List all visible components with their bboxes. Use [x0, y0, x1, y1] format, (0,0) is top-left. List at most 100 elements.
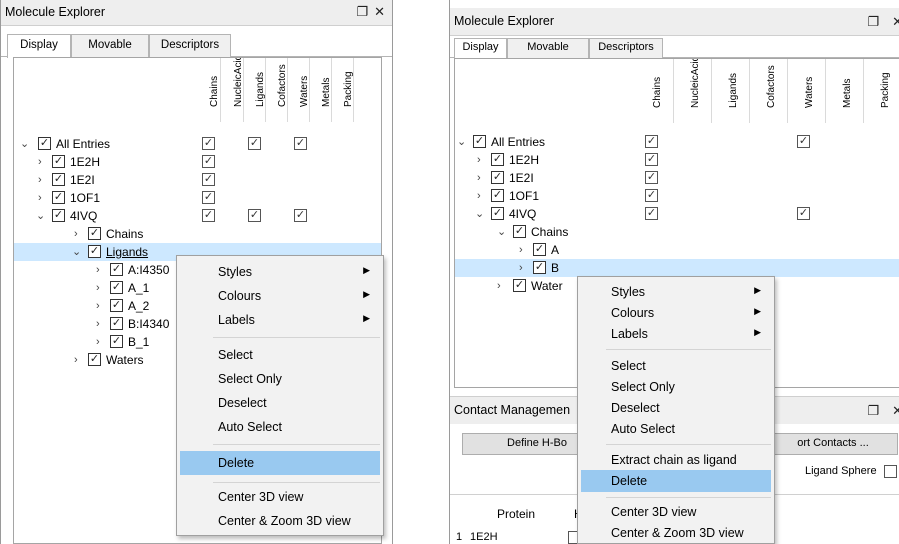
col-nucleicacids[interactable]: NucleicAcids: [224, 58, 244, 122]
tree-row-chains[interactable]: › ✓ Chains: [14, 225, 381, 243]
chevron-right-icon[interactable]: ›: [96, 297, 100, 315]
menu-item-labels[interactable]: Labels ▶: [581, 323, 771, 345]
col-cofactors[interactable]: Cofactors: [753, 59, 779, 123]
checkbox-checked[interactable]: ✓: [513, 279, 526, 292]
tree-row-chain-a[interactable]: › ✓ A: [455, 241, 899, 259]
grid-checkbox-chains[interactable]: ✓: [202, 137, 215, 150]
col-chains[interactable]: Chains: [639, 59, 665, 123]
chevron-right-icon[interactable]: ›: [74, 351, 78, 369]
menu-item-deselect[interactable]: Deselect: [180, 392, 380, 414]
tree-row-4ivq[interactable]: ⌄ ✓ 4IVQ: [455, 205, 899, 223]
col-ligands[interactable]: Ligands: [246, 58, 266, 122]
menu-item-extract-chain-as-ligand[interactable]: Extract chain as ligand: [581, 449, 771, 471]
float-icon[interactable]: ❐: [867, 403, 879, 419]
menu-item-styles[interactable]: Styles ▶: [180, 261, 380, 283]
grid-checkbox-waters[interactable]: ✓: [294, 209, 307, 222]
chevron-right-icon[interactable]: ›: [519, 241, 523, 259]
menu-item-center-zoom-3d-view[interactable]: Center & Zoom 3D view: [581, 522, 771, 544]
checkbox-checked[interactable]: ✓: [52, 173, 65, 186]
tree-row-1e2h[interactable]: › ✓ 1E2H: [14, 153, 381, 171]
grid-checkbox-chains[interactable]: ✓: [202, 209, 215, 222]
table-cell-protein[interactable]: 1E2H: [470, 531, 498, 543]
checkbox-checked[interactable]: ✓: [110, 335, 123, 348]
float-icon[interactable]: ❐: [356, 4, 368, 20]
col-cofactors[interactable]: Cofactors: [268, 58, 288, 122]
chevron-down-icon[interactable]: ⌄: [497, 223, 506, 241]
checkbox-checked[interactable]: ✓: [52, 209, 65, 222]
tree-row-1e2h[interactable]: › ✓ 1E2H: [455, 151, 899, 169]
checkbox-checked[interactable]: ✓: [38, 137, 51, 150]
grid-checkbox-waters[interactable]: ✓: [797, 135, 810, 148]
grid-checkbox-chains[interactable]: ✓: [645, 207, 658, 220]
chevron-right-icon[interactable]: ›: [96, 261, 100, 279]
menu-item-auto-select[interactable]: Auto Select: [581, 418, 771, 440]
tab-display[interactable]: Display: [454, 38, 507, 59]
checkbox-checked[interactable]: ✓: [533, 243, 546, 256]
col-chains[interactable]: Chains: [200, 58, 220, 122]
tree-row-1of1[interactable]: › ✓ 1OF1: [455, 187, 899, 205]
grid-checkbox-waters[interactable]: ✓: [797, 207, 810, 220]
grid-checkbox-ligands[interactable]: ✓: [248, 209, 261, 222]
grid-checkbox-waters[interactable]: ✓: [294, 137, 307, 150]
tree-row-1e2i[interactable]: › ✓ 1E2I: [14, 171, 381, 189]
ligand-sphere-checkbox[interactable]: [884, 465, 897, 478]
menu-item-center-3d-view[interactable]: Center 3D view: [581, 501, 771, 523]
checkbox-checked[interactable]: ✓: [52, 155, 65, 168]
tree-row-chain-b[interactable]: › ✓ B: [455, 259, 899, 277]
close-icon[interactable]: ✕: [892, 14, 899, 30]
col-waters[interactable]: Waters: [791, 59, 817, 123]
chevron-down-icon[interactable]: ⌄: [475, 205, 484, 223]
checkbox-checked[interactable]: ✓: [110, 299, 123, 312]
menu-item-styles[interactable]: Styles ▶: [581, 281, 771, 303]
menu-item-center-zoom-3d-view[interactable]: Center & Zoom 3D view: [180, 510, 380, 532]
menu-item-auto-select[interactable]: Auto Select: [180, 416, 380, 438]
menu-item-select-only[interactable]: Select Only: [581, 376, 771, 398]
tab-display[interactable]: Display: [7, 34, 71, 58]
float-icon[interactable]: ❐: [867, 14, 879, 30]
checkbox-checked[interactable]: ✓: [513, 225, 526, 238]
chevron-right-icon[interactable]: ›: [96, 333, 100, 351]
menu-item-colours[interactable]: Colours ▶: [581, 302, 771, 324]
checkbox-checked[interactable]: ✓: [491, 153, 504, 166]
menu-item-select[interactable]: Select: [581, 355, 771, 377]
col-packing[interactable]: Packing: [334, 58, 354, 122]
checkbox-checked[interactable]: ✓: [52, 191, 65, 204]
grid-checkbox-chains[interactable]: ✓: [202, 191, 215, 204]
chevron-right-icon[interactable]: ›: [74, 225, 78, 243]
checkbox-checked[interactable]: ✓: [88, 353, 101, 366]
chevron-right-icon[interactable]: ›: [96, 315, 100, 333]
col-packing[interactable]: Packing: [867, 59, 893, 123]
chevron-down-icon[interactable]: ⌄: [20, 135, 29, 153]
chevron-right-icon[interactable]: ›: [38, 153, 42, 171]
close-icon[interactable]: ✕: [892, 403, 899, 419]
tree-row-chains[interactable]: ⌄ ✓ Chains: [455, 223, 899, 241]
menu-item-select[interactable]: Select: [180, 344, 380, 366]
checkbox-checked[interactable]: ✓: [110, 317, 123, 330]
tab-descriptors[interactable]: Descriptors: [149, 34, 231, 57]
chevron-right-icon[interactable]: ›: [477, 151, 481, 169]
tab-movable[interactable]: Movable: [71, 34, 149, 57]
table-header-protein[interactable]: Protein: [497, 507, 535, 521]
grid-checkbox-chains[interactable]: ✓: [645, 153, 658, 166]
checkbox-checked[interactable]: ✓: [473, 135, 486, 148]
menu-item-center-3d-view[interactable]: Center 3D view: [180, 486, 380, 508]
checkbox-checked[interactable]: ✓: [533, 261, 546, 274]
chevron-down-icon[interactable]: ⌄: [457, 133, 466, 151]
tab-descriptors[interactable]: Descriptors: [589, 38, 663, 58]
tree-row-1e2i[interactable]: › ✓ 1E2I: [455, 169, 899, 187]
col-ligands[interactable]: Ligands: [715, 59, 741, 123]
menu-item-delete[interactable]: Delete: [180, 451, 380, 475]
grid-checkbox-chains[interactable]: ✓: [645, 189, 658, 202]
checkbox-checked[interactable]: ✓: [110, 281, 123, 294]
chevron-right-icon[interactable]: ›: [477, 187, 481, 205]
menu-item-select-only[interactable]: Select Only: [180, 368, 380, 390]
menu-item-colours[interactable]: Colours ▶: [180, 285, 380, 307]
grid-checkbox-chains[interactable]: ✓: [202, 155, 215, 168]
menu-item-deselect[interactable]: Deselect: [581, 397, 771, 419]
report-contacts-button[interactable]: ort Contacts ...: [768, 433, 898, 455]
col-nucleicacids[interactable]: NucleicAcids: [677, 59, 703, 123]
tab-movable[interactable]: Movable: [507, 38, 589, 58]
tree-row-all-entries[interactable]: ⌄ ✓ All Entries: [14, 135, 381, 153]
checkbox-checked[interactable]: ✓: [88, 227, 101, 240]
col-metals[interactable]: Metals: [312, 58, 332, 122]
